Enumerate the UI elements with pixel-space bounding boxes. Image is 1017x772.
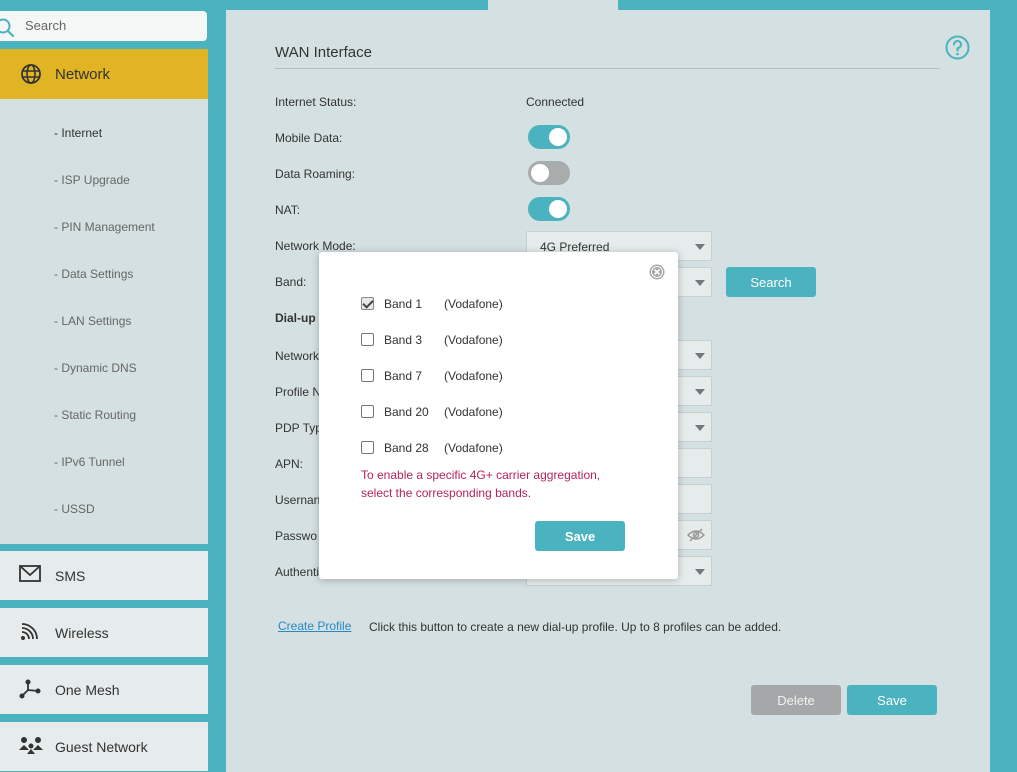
nav-guest-network[interactable]: Guest Network [0, 722, 208, 771]
subnav-ussd[interactable]: - USSD [54, 502, 95, 516]
modal-save-button[interactable]: Save [535, 521, 625, 551]
toggle-knob [531, 164, 549, 182]
save-button[interactable]: Save [847, 685, 937, 715]
note-line: To enable a specific 4G+ carrier aggrega… [361, 468, 601, 482]
band-name: Band 28 [384, 441, 429, 455]
search-input[interactable] [25, 18, 195, 33]
username-label: Usernan [275, 493, 321, 507]
subnav-isp-upgrade[interactable]: - ISP Upgrade [54, 173, 130, 187]
band-name: Band 3 [384, 333, 423, 347]
network-subnav: - Internet - ISP Upgrade - PIN Managemen… [0, 99, 208, 544]
note-line: select the corresponding bands. [361, 486, 532, 500]
band-carrier: (Vodafone) [444, 297, 503, 311]
create-profile-link[interactable]: Create Profile [278, 619, 351, 633]
band-selection-modal: Band 1 (Vodafone) Band 3 (Vodafone) Band… [319, 252, 678, 579]
nat-toggle[interactable] [528, 197, 570, 221]
band-checkbox[interactable] [361, 441, 374, 454]
envelope-icon [19, 565, 41, 582]
guest-users-icon [19, 737, 43, 754]
data-roaming-label: Data Roaming: [275, 167, 356, 181]
chevron-down-icon [695, 353, 705, 359]
band-checkbox[interactable] [361, 333, 374, 346]
dialup-section-label: Dial-up [275, 311, 316, 325]
mobile-data-label: Mobile Data: [275, 131, 343, 145]
pdp-type-label: PDP Typ [275, 421, 322, 435]
profile-name-label: Profile N [275, 385, 322, 399]
band-name: Band 7 [384, 369, 423, 383]
nav-wireless[interactable]: Wireless [0, 608, 208, 657]
chevron-down-icon [695, 280, 705, 286]
band-carrier: (Vodafone) [444, 369, 503, 383]
wifi-icon [21, 623, 38, 640]
toggle-knob [549, 200, 567, 218]
data-roaming-toggle[interactable] [528, 161, 570, 185]
band-checkbox[interactable] [361, 405, 374, 418]
create-profile-description: Click this button to create a new dial-u… [369, 620, 782, 634]
subnav-pin-management[interactable]: - PIN Management [54, 220, 155, 234]
internet-status-label: Internet Status: [275, 95, 357, 109]
page-title: WAN Interface [275, 44, 372, 61]
nav-sms-label: SMS [55, 568, 86, 584]
subnav-data-settings[interactable]: - Data Settings [54, 267, 133, 281]
search-box[interactable] [0, 11, 207, 41]
band-carrier: (Vodafone) [444, 333, 503, 347]
nav-sms[interactable]: SMS [0, 551, 208, 600]
band-carrier: (Vodafone) [444, 441, 503, 455]
globe-icon [21, 64, 41, 84]
band-carrier: (Vodafone) [444, 405, 503, 419]
chevron-down-icon [695, 244, 705, 250]
search-icon [0, 18, 15, 38]
nav-network-label: Network [55, 66, 111, 83]
password-label: Passwo [275, 529, 318, 543]
chevron-down-icon [695, 389, 705, 395]
subnav-internet[interactable]: - Internet [54, 126, 102, 140]
band-name: Band 20 [384, 405, 429, 419]
carrier-aggregation-note: To enable a specific 4G+ carrier aggrega… [361, 466, 621, 502]
band-search-button[interactable]: Search [726, 267, 816, 297]
chevron-down-icon [695, 425, 705, 431]
network-mode-label: Network Mode: [275, 239, 356, 253]
tab-notch [488, 0, 618, 10]
internet-status-value: Connected [526, 95, 585, 109]
help-icon[interactable] [945, 35, 970, 60]
nav-guest-network-label: Guest Network [55, 739, 148, 755]
subnav-ipv6-tunnel[interactable]: - IPv6 Tunnel [54, 455, 125, 469]
close-icon[interactable] [649, 264, 665, 280]
band-checkbox[interactable] [361, 297, 374, 310]
mobile-data-toggle[interactable] [528, 125, 570, 149]
delete-button[interactable]: Delete [751, 685, 841, 715]
subnav-dynamic-dns[interactable]: - Dynamic DNS [54, 361, 137, 375]
band-label: Band: [275, 275, 307, 289]
sidebar: Network - Internet - ISP Upgrade - PIN M… [0, 0, 208, 772]
nav-wireless-label: Wireless [55, 625, 109, 641]
authentication-label: Authenti [275, 565, 320, 579]
apn-label: APN: [275, 457, 304, 471]
eye-slash-icon[interactable] [687, 528, 705, 542]
nav-one-mesh[interactable]: One Mesh [0, 665, 208, 714]
band-name: Band 1 [384, 297, 423, 311]
chevron-down-icon [695, 569, 705, 575]
toggle-knob [549, 128, 567, 146]
nav-network[interactable]: Network [0, 49, 208, 99]
subnav-static-routing[interactable]: - Static Routing [54, 408, 136, 422]
band-checkbox[interactable] [361, 369, 374, 382]
subnav-lan-settings[interactable]: - LAN Settings [54, 314, 131, 328]
network-label: Network [275, 349, 320, 363]
title-divider [275, 68, 940, 69]
nav-one-mesh-label: One Mesh [55, 682, 120, 698]
nat-label: NAT: [275, 203, 301, 217]
mesh-icon [19, 679, 41, 699]
